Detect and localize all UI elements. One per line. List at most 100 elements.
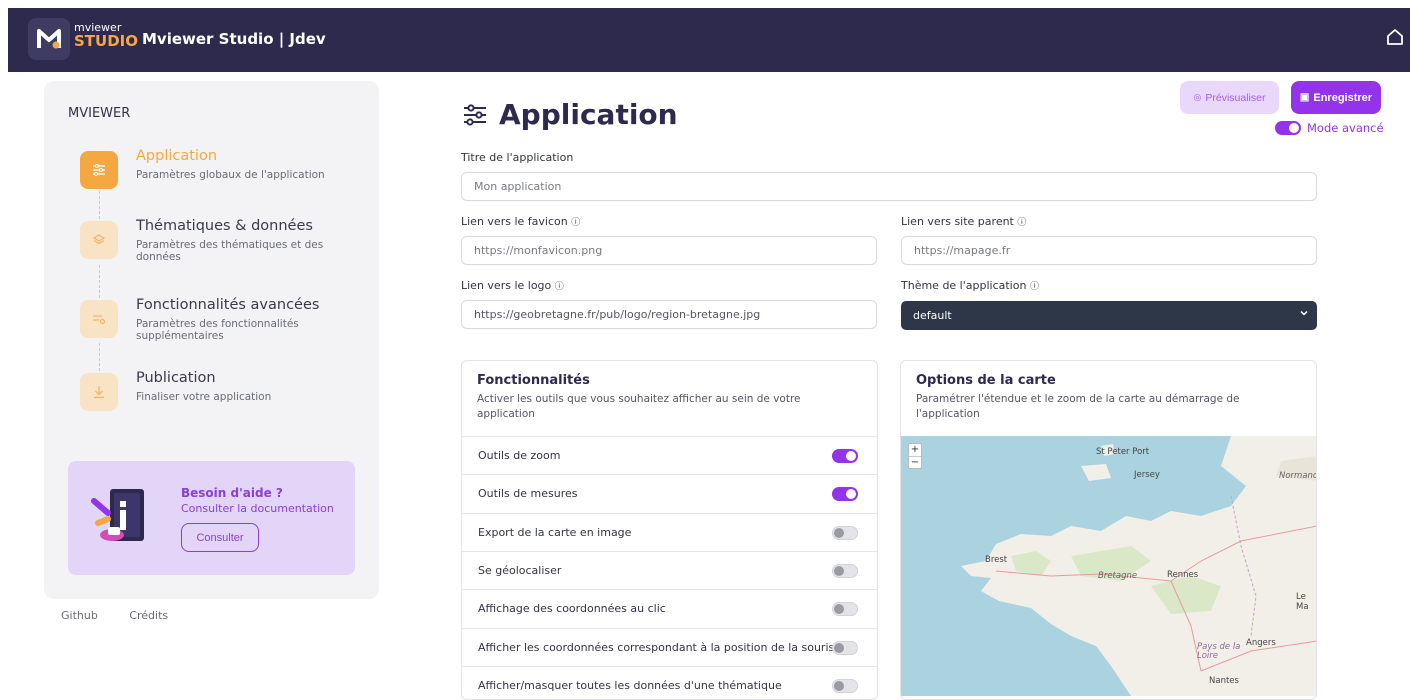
mode-switch[interactable]: [1275, 121, 1301, 135]
feature-toggle[interactable]: [832, 602, 858, 616]
download-icon: [80, 373, 118, 411]
step-title: Thématiques & données: [136, 218, 313, 234]
map-preview[interactable]: + − St Peter Port Jersey Normandi Brest …: [901, 436, 1317, 696]
feature-label: Outils de mesures: [478, 487, 578, 500]
map-label: Normandi: [1279, 471, 1317, 481]
logo-input[interactable]: https://geobretagne.fr/pub/logo/region-b…: [461, 300, 877, 329]
map-label: Angers: [1246, 638, 1276, 648]
sliders-icon: [80, 151, 118, 189]
consult-button[interactable]: Consulter: [181, 523, 259, 552]
feature-label: Afficher/masquer toutes les données d'un…: [478, 679, 782, 692]
info-icon[interactable]: ⓘ: [571, 218, 580, 228]
layers-icon: [80, 221, 118, 259]
parent-site-input[interactable]: https://mapage.fr: [901, 236, 1317, 265]
feature-toggle[interactable]: [832, 641, 858, 655]
map-zoom-control: + −: [908, 443, 922, 469]
theme-label: Thème de l'application ⓘ: [901, 279, 1039, 292]
advanced-mode-toggle[interactable]: Mode avancé: [1275, 121, 1384, 135]
feature-toggle[interactable]: [832, 449, 858, 463]
logo-label-text: Lien vers le logo: [461, 279, 552, 292]
feature-toggle[interactable]: [832, 487, 858, 501]
map-options-card: Options de la carte Paramétrer l'étendue…: [900, 360, 1317, 700]
map-label: Le Ma: [1296, 592, 1309, 612]
theme-select-value: default: [913, 309, 952, 322]
map-label: Rennes: [1167, 570, 1199, 580]
map-label: St Peter Port: [1096, 447, 1150, 457]
help-panel: Besoin d'aide ? Consulter la documentati…: [68, 461, 355, 575]
help-subtitle[interactable]: Consulter la documentation: [181, 502, 334, 515]
mviewer-logo[interactable]: [28, 18, 70, 60]
github-link[interactable]: Github: [61, 609, 98, 622]
step-desc: Paramètres globaux de l'application: [136, 169, 325, 181]
step-title: Publication: [136, 370, 216, 386]
zoom-out-button[interactable]: −: [909, 456, 921, 468]
map-label: Brest: [985, 555, 1008, 565]
map-label: Nantes: [1209, 676, 1239, 686]
favicon-input[interactable]: https://monfavicon.png: [461, 236, 877, 265]
home-icon[interactable]: [1386, 28, 1404, 50]
theme-label-text: Thème de l'application: [901, 279, 1027, 292]
features-title: Fonctionnalités: [477, 373, 590, 388]
map-label: Bretagne: [1098, 571, 1138, 581]
documentation-illustration-icon: [90, 485, 154, 553]
step-desc: Paramètres des thématiques et des donnée…: [136, 239, 324, 264]
chevron-down-icon: [1299, 308, 1309, 321]
map-label: Jersey: [1134, 470, 1160, 480]
theme-select[interactable]: default: [901, 301, 1317, 330]
step-desc: Paramètres des fonctionnalités supplémen…: [136, 318, 299, 343]
help-title: Besoin d'aide ?: [181, 486, 283, 500]
info-icon[interactable]: ⓘ: [1017, 218, 1026, 228]
mode-label: Mode avancé: [1307, 121, 1384, 135]
favicon-label-text: Lien vers le favicon: [461, 215, 568, 228]
feature-label: Affichage des coordonnées au clic: [478, 602, 666, 615]
map-options-desc: Paramétrer l'étendue et le zoom de la ca…: [916, 393, 1240, 421]
step-desc: Finaliser votre application: [136, 391, 272, 403]
info-icon[interactable]: ⓘ: [1030, 282, 1039, 292]
brand-bottom: STUDIO: [74, 32, 138, 50]
map-options-title: Options de la carte: [916, 373, 1056, 388]
feature-toggle[interactable]: [832, 679, 858, 693]
feature-label: Outils de zoom: [478, 449, 561, 462]
step-title: Application: [136, 148, 218, 164]
features-card: Fonctionnalités Activer les outils que v…: [461, 360, 878, 700]
save-label: Enregistrer: [1313, 91, 1373, 104]
feature-toggle[interactable]: [832, 564, 858, 578]
app-title-label: Titre de l'application: [461, 151, 574, 164]
logo-m-icon: [37, 29, 61, 49]
page-title: Application: [463, 98, 678, 131]
map-label: Pays de la Loire: [1197, 642, 1241, 661]
feature-row-coords-click: Affichage des coordonnées au clic: [462, 589, 877, 627]
sidebar-title: MVIEWER: [68, 106, 131, 121]
feature-row-measure: Outils de mesures: [462, 474, 877, 512]
map-land-shapes: [961, 436, 1316, 696]
settings-list-icon: [80, 300, 118, 338]
eye-icon: ◎: [1193, 92, 1202, 102]
feature-label: Export de la carte en image: [478, 526, 632, 539]
feature-row-toggle-all: Afficher/masquer toutes les données d'un…: [462, 666, 877, 699]
save-icon: ▣: [1299, 92, 1310, 103]
features-desc: Activer les outils que vous souhaitez af…: [477, 393, 801, 421]
step-title: Fonctionnalités avancées: [136, 297, 320, 313]
parent-site-label: Lien vers site parent ⓘ: [901, 215, 1026, 228]
favicon-label: Lien vers le favicon ⓘ: [461, 215, 580, 228]
zoom-in-button[interactable]: +: [909, 444, 921, 456]
app-title: Mviewer Studio | Jdev: [142, 30, 326, 48]
sliders-icon: [464, 103, 486, 126]
save-button[interactable]: ▣ Enregistrer: [1291, 81, 1381, 114]
feature-toggle[interactable]: [832, 526, 858, 540]
page-title-text: Application: [499, 98, 678, 131]
footer-links: Github Crédits: [61, 609, 196, 622]
info-icon[interactable]: ⓘ: [555, 282, 564, 292]
top-bar: mviewer STUDIO Mviewer Studio | Jdev: [8, 8, 1410, 72]
preview-button[interactable]: ◎ Prévisualiser: [1180, 81, 1279, 114]
credits-link[interactable]: Crédits: [129, 609, 168, 622]
feature-label: Se géolocaliser: [478, 564, 562, 577]
brand-wordmark: mviewer STUDIO: [74, 22, 138, 49]
logo-label: Lien vers le logo ⓘ: [461, 279, 564, 292]
parent-site-label-text: Lien vers site parent: [901, 215, 1014, 228]
feature-row-coords-mouse: Afficher les coordonnées correspondant à…: [462, 628, 877, 666]
preview-label: Prévisualiser: [1205, 91, 1266, 104]
sidebar: MVIEWER Application Paramètres globaux d…: [44, 81, 379, 599]
feature-label: Afficher les coordonnées correspondant à…: [478, 641, 835, 654]
app-title-input[interactable]: Mon application: [461, 172, 1317, 201]
